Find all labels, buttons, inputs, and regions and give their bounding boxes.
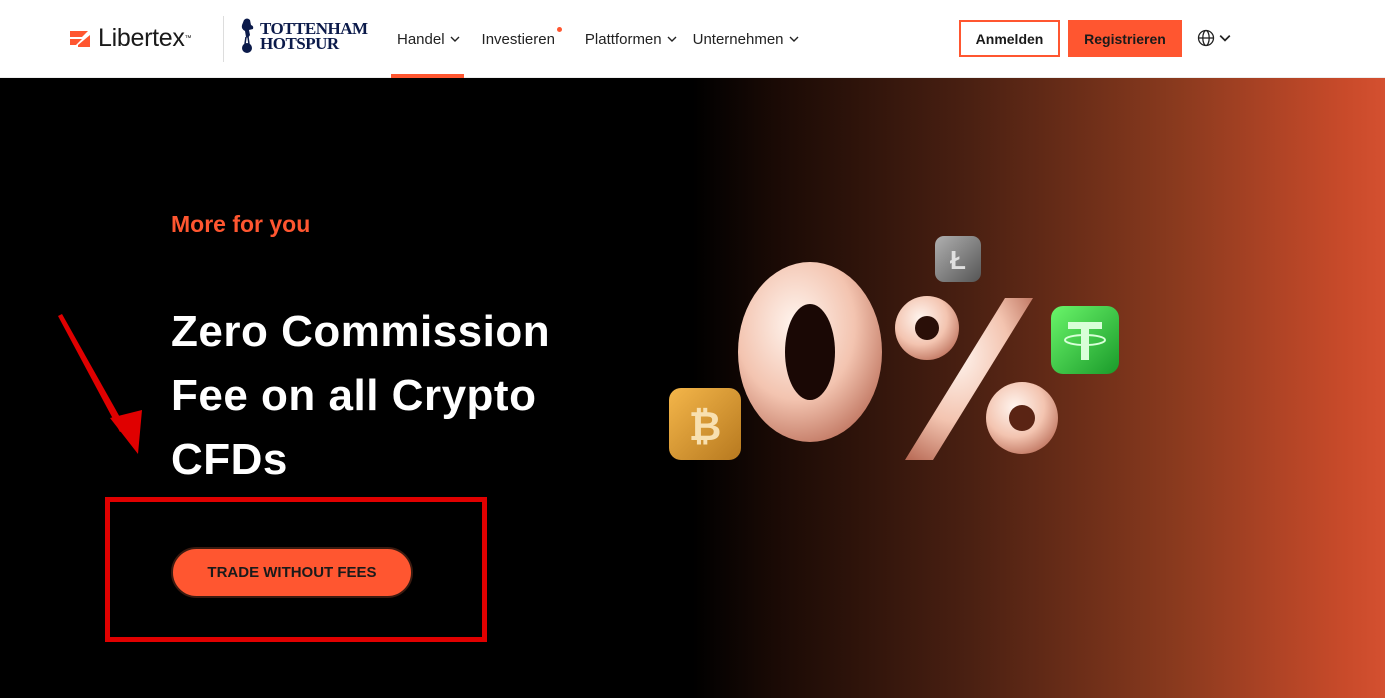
annotation-highlight-box xyxy=(105,497,487,642)
logo-trademark: ™ xyxy=(184,35,192,42)
logo-text: Libertex xyxy=(98,24,185,52)
main-nav: Handel Investieren Plattformen Unternehm… xyxy=(391,0,821,78)
nav-plattformen[interactable]: Plattformen xyxy=(585,0,677,78)
chevron-down-icon xyxy=(667,36,677,42)
nav-unternehmen[interactable]: Unternehmen xyxy=(693,0,799,78)
globe-icon xyxy=(1197,29,1215,47)
logo-divider xyxy=(223,16,224,62)
new-indicator-dot xyxy=(556,27,562,32)
chevron-down-icon xyxy=(789,36,799,42)
annotation-arrow-icon xyxy=(58,314,142,454)
nav-handel[interactable]: Handel xyxy=(391,0,464,78)
bitcoin-icon: ₿ xyxy=(669,388,741,460)
headline-line-2: Fee on all Crypto xyxy=(171,371,537,420)
register-button[interactable]: Registrieren xyxy=(1068,20,1182,57)
svg-text:₿: ₿ xyxy=(689,405,722,449)
hero-eyebrow: More for you xyxy=(171,211,311,237)
nav-label: Plattformen xyxy=(584,30,662,48)
chevron-down-icon xyxy=(1219,35,1231,42)
login-button[interactable]: Anmelden xyxy=(959,20,1060,57)
svg-text:Ł: Ł xyxy=(950,245,966,275)
cockerel-crest-icon xyxy=(241,18,254,53)
libertex-logo[interactable]: Libertex ™ xyxy=(68,24,192,53)
nav-label: Unternehmen xyxy=(692,30,784,48)
partner-line-2: HOTSPUR xyxy=(260,34,339,53)
partner-logo[interactable]: TOTTENHAM HOTSPUR xyxy=(238,17,368,55)
hero-headline: Zero Commission Fee on all Crypto CFDs xyxy=(171,300,641,492)
tether-icon xyxy=(1051,306,1119,374)
chevron-down-icon xyxy=(450,36,460,42)
headline-line-3: CFDs xyxy=(171,435,288,484)
zero-percent-graphic: Ł ₿ xyxy=(669,236,1119,460)
partner-name: TOTTENHAM HOTSPUR xyxy=(260,20,368,53)
headline-line-1: Zero Commission xyxy=(171,307,551,356)
site-header: Libertex ™ TOTTENHAM HOTSPUR Handel Inve… xyxy=(0,0,1385,78)
nav-label: Investieren xyxy=(481,30,555,48)
nav-investieren[interactable]: Investieren xyxy=(481,0,562,78)
nav-label: Handel xyxy=(397,30,445,48)
language-selector[interactable] xyxy=(1197,29,1231,47)
libertex-logo-icon xyxy=(70,30,90,47)
litecoin-icon: Ł xyxy=(935,236,981,282)
